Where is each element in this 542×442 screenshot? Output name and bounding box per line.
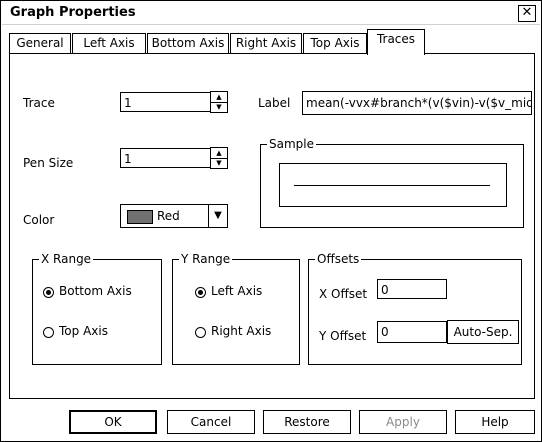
y-range-legend: Y Range <box>179 252 233 266</box>
radio-label-right-axis[interactable]: Right Axis <box>211 324 271 338</box>
pen-size-label: Pen Size <box>23 156 74 170</box>
x-range-group: X Range Bottom Axis Top Axis <box>32 252 162 365</box>
tab-general[interactable]: General <box>9 33 71 54</box>
radio-label-bottom-axis[interactable]: Bottom Axis <box>59 284 132 298</box>
sample-legend: Sample <box>267 137 316 151</box>
x-range-legend: X Range <box>39 252 94 266</box>
trace-label: Trace <box>23 96 55 110</box>
pen-size-spinner[interactable]: ▲ ▼ <box>210 147 228 169</box>
spin-down-icon[interactable]: ▼ <box>211 102 227 112</box>
y-offset-input[interactable]: 0 <box>377 321 447 343</box>
offsets-group: Offsets X Offset 0 Y Offset 0 Auto-Sep. <box>308 252 522 365</box>
spin-down-icon[interactable]: ▼ <box>211 158 227 168</box>
offsets-legend: Offsets <box>315 252 362 266</box>
close-icon[interactable]: ✕ <box>518 5 536 22</box>
radio-top-axis[interactable] <box>43 327 54 338</box>
tab-top-axis[interactable]: Top Axis <box>303 33 367 54</box>
chevron-down-icon[interactable]: ▼ <box>208 205 227 227</box>
cancel-button[interactable]: Cancel <box>167 410 255 434</box>
color-select[interactable]: Red ▼ <box>120 204 228 228</box>
radio-bottom-axis[interactable] <box>43 287 54 298</box>
restore-button[interactable]: Restore <box>263 410 351 434</box>
x-offset-label: X Offset <box>319 287 368 301</box>
auto-sep-button[interactable]: Auto-Sep. <box>447 320 519 344</box>
color-value: Red <box>157 209 180 223</box>
help-button[interactable]: Help <box>455 410 535 434</box>
color-swatch <box>127 210 153 224</box>
label-input[interactable]: mean(-vvx#branch*(v($vin)-v($v_mid))) <box>302 91 532 115</box>
tab-right-axis[interactable]: Right Axis <box>230 33 302 54</box>
color-label: Color <box>23 213 55 227</box>
tab-left-axis[interactable]: Left Axis <box>72 33 146 54</box>
title-bar[interactable]: Graph Properties ✕ <box>2 2 540 25</box>
trace-spinner[interactable]: ▲ ▼ <box>210 91 228 113</box>
radio-label-top-axis[interactable]: Top Axis <box>59 324 108 338</box>
radio-label-left-axis[interactable]: Left Axis <box>211 284 262 298</box>
tab-traces[interactable]: Traces <box>367 29 425 55</box>
sample-group: Sample <box>260 137 524 228</box>
dialog-window: Graph Properties ✕ General Left Axis Bot… <box>0 0 542 442</box>
apply-button[interactable]: Apply <box>359 410 447 434</box>
label-label: Label <box>258 96 291 110</box>
y-range-group: Y Range Left Axis Right Axis <box>172 252 300 365</box>
x-offset-input[interactable]: 0 <box>377 279 447 299</box>
sample-line <box>294 185 490 186</box>
pen-size-input[interactable]: 1 <box>120 148 212 168</box>
ok-button[interactable]: OK <box>69 410 157 434</box>
y-offset-label: Y Offset <box>319 329 367 343</box>
sample-preview <box>279 163 507 207</box>
radio-left-axis[interactable] <box>195 287 206 298</box>
traces-panel: Trace 1 ▲ ▼ Label mean(-vvx#branch*(v($v… <box>9 53 535 399</box>
dialog-title: Graph Properties <box>10 5 136 20</box>
trace-input[interactable]: 1 <box>120 92 212 112</box>
tab-bottom-axis[interactable]: Bottom Axis <box>147 33 229 54</box>
radio-right-axis[interactable] <box>195 327 206 338</box>
